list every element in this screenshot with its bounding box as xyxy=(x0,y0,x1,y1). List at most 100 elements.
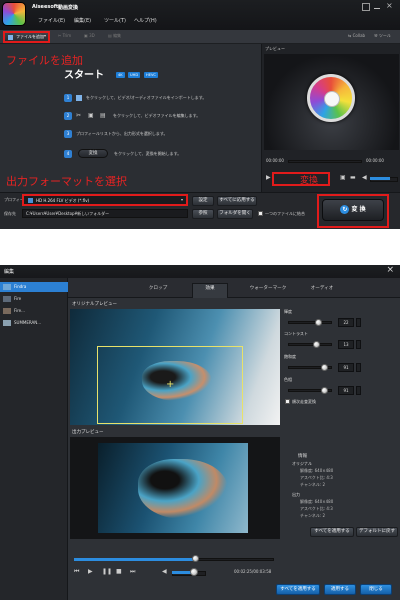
destination-input[interactable]: C:¥Users¥User¥Desktop¥新しいフォルダー xyxy=(22,209,188,218)
settings-label: 設定 xyxy=(198,198,208,203)
collab-button[interactable]: ⇆ Collab xyxy=(348,33,365,38)
tab-effect[interactable]: 効果 xyxy=(192,283,228,298)
chevron-down-icon: ▾ xyxy=(180,197,183,202)
prev-frame-icon[interactable]: ⏮ xyxy=(74,568,79,576)
file-name: Fire... xyxy=(14,308,25,313)
footer-close-label: 閉じる xyxy=(369,587,383,592)
close-icon[interactable]: × xyxy=(386,1,393,10)
convert-button[interactable]: ↻ 変 換 xyxy=(322,199,384,221)
brightness-slider[interactable] xyxy=(288,321,332,324)
footer-apply-all-button[interactable]: すべてを適用する xyxy=(276,584,320,595)
snapshot-icon[interactable]: ▣ xyxy=(340,174,346,181)
annotation-output-format: 出力フォーマットを選択 xyxy=(6,175,127,188)
merge-checkbox[interactable] xyxy=(258,211,263,216)
file-name: Fire xyxy=(14,296,22,301)
tools-button[interactable]: ⚒ ツール xyxy=(374,33,391,39)
3d-label: 3D xyxy=(89,33,95,38)
adjust-label: 輝度 xyxy=(284,309,292,314)
play-icon[interactable]: ▶ xyxy=(266,174,271,181)
volume-knob[interactable] xyxy=(190,568,198,576)
menu-tools[interactable]: ツール(T) xyxy=(104,17,126,24)
collab-icon: ⇆ xyxy=(348,33,352,38)
original-aspect: アスペクト比: 4:3 xyxy=(300,475,333,480)
crop-center-crosshair[interactable]: + xyxy=(166,379,174,390)
toolbar: ファイルを追加 ▾ ✂ Trim ▣ 3D ▤ 編集 ⇆ Collab ⚒ ツー… xyxy=(0,30,400,44)
hue-stepper[interactable] xyxy=(356,386,361,395)
reset-default-button[interactable]: デフォルトに戻す xyxy=(356,527,398,537)
folder-icon[interactable]: ▬ xyxy=(350,174,356,181)
tab-watermark[interactable]: ウォーターマーク xyxy=(240,285,296,291)
original-preview: + xyxy=(70,309,280,425)
list-item[interactable]: Fire... xyxy=(0,306,68,316)
original-channels: チャンネル: 2 xyxy=(300,482,326,487)
hue-knob[interactable] xyxy=(321,387,328,394)
contrast-value[interactable]: 13 xyxy=(338,340,354,349)
footer-close-button[interactable]: 閉じる xyxy=(360,584,392,595)
adjust-label: 色相 xyxy=(284,377,292,382)
step-text: プロフィールリストから、出力形式を選択します。 xyxy=(76,131,168,136)
adjust-panel: 輝度 22 コントラスト 13 飽和度 91 色相 91 順次走査変換 情報 オ… xyxy=(282,301,400,541)
open-folder-button[interactable]: フォルダを開く xyxy=(217,209,253,219)
deinterlace-checkbox[interactable] xyxy=(285,399,290,404)
trim-button[interactable]: ✂ Trim xyxy=(58,33,71,38)
volume-fill xyxy=(172,571,192,574)
app-title: 動画変換 xyxy=(58,5,79,11)
step-number: 2 xyxy=(64,112,72,120)
timeline-knob[interactable] xyxy=(192,555,199,562)
volume-icon[interactable]: ◀ xyxy=(162,568,167,575)
minimize-icon[interactable] xyxy=(374,8,380,9)
convert-chip: 変換 xyxy=(78,149,108,158)
hue-value[interactable]: 91 xyxy=(338,386,354,395)
adjust-label: コントラスト xyxy=(284,331,308,336)
apply-all-effects-button[interactable]: すべてを適用する xyxy=(310,527,354,537)
menu-edit[interactable]: 編集(E) xyxy=(74,17,91,24)
menu-help[interactable]: ヘルプ(H) xyxy=(134,17,157,24)
browse-button[interactable]: 参照 xyxy=(192,209,214,219)
profile-select[interactable]: HD H.264 FLV ビデオ (*.flv) ▾ xyxy=(22,194,188,206)
stop-icon[interactable]: ■ xyxy=(116,568,122,575)
footer-apply-button[interactable]: 適用する xyxy=(324,584,356,595)
brightness-value[interactable]: 22 xyxy=(338,318,354,327)
pause-icon[interactable]: ❚❚ xyxy=(102,568,112,575)
output-channels: チャンネル: 2 xyxy=(300,513,326,518)
contrast-stepper[interactable] xyxy=(356,340,361,349)
merge-label: 一つのファイルに結合 xyxy=(265,211,305,216)
timeline-fill xyxy=(74,558,196,561)
contrast-slider[interactable] xyxy=(288,343,332,346)
add-file-label: ファイルを追加 xyxy=(16,34,44,39)
menu-file[interactable]: ファイル(E) xyxy=(38,17,65,24)
output-aspect: アスペクト比: 4:3 xyxy=(300,506,333,511)
close-icon[interactable]: × xyxy=(386,265,394,275)
tools-icon: ⚒ xyxy=(374,33,378,38)
seek-bar[interactable] xyxy=(288,160,362,163)
scissors-icon: ✂ xyxy=(76,112,82,119)
volume-icon[interactable]: ◀ xyxy=(362,174,367,181)
cart-icon[interactable] xyxy=(362,3,370,11)
add-file-button[interactable]: ファイルを追加 ▾ xyxy=(3,31,50,43)
list-item[interactable]: Findra xyxy=(0,282,68,292)
edit-button[interactable]: ▤ 編集 xyxy=(108,33,121,39)
apply-all-button[interactable]: すべてに応用する xyxy=(217,196,257,206)
saturation-stepper[interactable] xyxy=(356,363,361,372)
brightness-knob[interactable] xyxy=(315,319,322,326)
convert-chip-label: 変換 xyxy=(88,151,98,156)
tab-crop[interactable]: クロップ xyxy=(138,285,178,291)
output-preview-label: 出力プレビュー xyxy=(72,430,104,435)
saturation-value[interactable]: 91 xyxy=(338,363,354,372)
next-frame-icon[interactable]: ⏭ xyxy=(130,568,135,576)
contrast-knob[interactable] xyxy=(313,341,320,348)
saturation-knob[interactable] xyxy=(321,364,328,371)
3d-button[interactable]: ▣ 3D xyxy=(84,33,95,38)
play-icon[interactable]: ▶ xyxy=(88,568,93,575)
list-item[interactable]: SUMMERAN... xyxy=(0,318,68,328)
end-time: 00:00:00 xyxy=(366,158,384,163)
brightness-stepper[interactable] xyxy=(356,318,361,327)
tools-label: ツール xyxy=(378,33,391,38)
list-item[interactable]: Fire xyxy=(0,294,68,304)
app-brand: Aiseesoft xyxy=(32,4,59,10)
settings-button[interactable]: 設定 xyxy=(192,196,214,206)
destination-label: 保存先 xyxy=(4,211,16,216)
video-thumbnail xyxy=(3,284,11,290)
tab-audio[interactable]: オーディオ xyxy=(304,285,340,291)
refresh-icon: ↻ xyxy=(340,205,350,214)
